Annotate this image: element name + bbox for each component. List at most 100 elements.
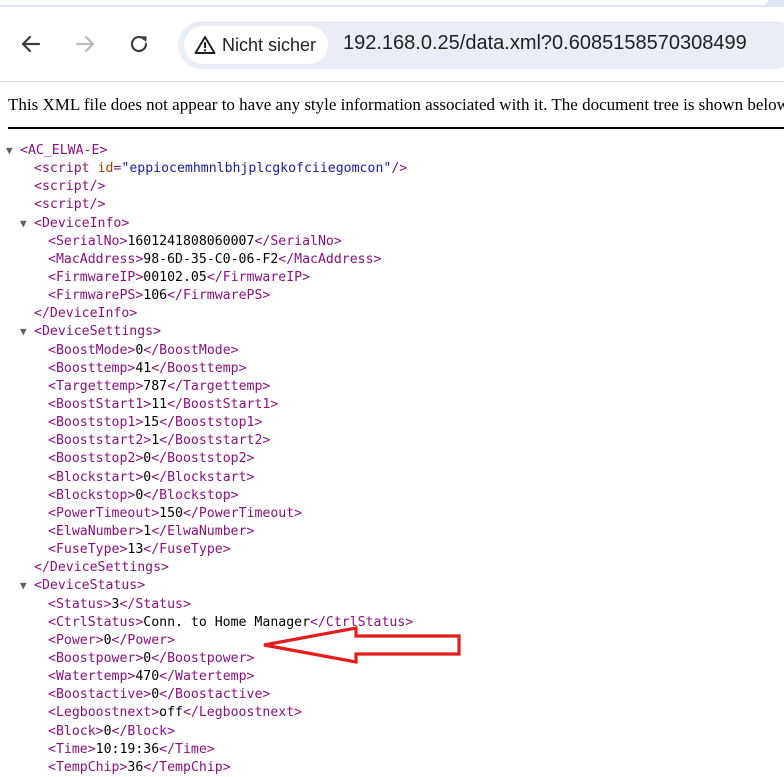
tag-open: <Boostpower> [48, 650, 144, 666]
tag-open: <Boosttemp> [48, 360, 136, 376]
tree-line-item: <FuseType>13</FuseType> [6, 541, 413, 559]
tag-value: 106 [143, 288, 168, 304]
tag-close: </FuseType> [143, 542, 231, 558]
tag-open: <FirmwareIP> [48, 269, 144, 285]
tree-line-item: <Status>3</Status> [6, 596, 413, 614]
tree-line-item: <BoostMode>0</BoostMode> [6, 342, 413, 360]
tag-close: </BoostStart1> [167, 396, 279, 412]
tree-line-item: <Block>0</Block> [6, 723, 413, 741]
tag-close: </DeviceSettings> [34, 560, 169, 576]
tree-line-item: <Legboostnext>off</Legboostnext> [6, 704, 413, 722]
tag-script: <script/> [34, 179, 106, 195]
security-chip[interactable]: Nicht sicher [184, 26, 329, 64]
tag-value: 13 [127, 542, 144, 558]
tag-close: </FirmwareIP> [206, 269, 311, 285]
tree-line-item: <PowerTimeout>150</PowerTimeout> [6, 505, 413, 523]
tree-line-item: <MacAddress>98-6D-35-C0-06-F2</MacAddres… [6, 251, 413, 269]
triangle-down-icon[interactable]: ▼ [6, 142, 20, 160]
tag-close: </Targettemp> [167, 378, 271, 394]
arrow-right-icon [75, 35, 95, 53]
active-tab-edge [0, 0, 768, 5]
tree-line-item: <Booststart2>1</Booststart2> [6, 432, 413, 450]
tag-open: <FuseType> [48, 542, 128, 558]
tag-value: off [159, 705, 183, 721]
url-text[interactable]: 192.168.0.25/data.xml?0.6085158570308499 [343, 32, 747, 55]
tag-script: <script/> [34, 197, 106, 213]
tag-open: <script [34, 161, 90, 177]
tag-close: </Legboostnext> [182, 705, 303, 721]
tag-value: 00102.05 [143, 269, 207, 285]
tag-open: <PowerTimeout> [48, 505, 160, 521]
tab-strip [0, 0, 784, 7]
tag-close: </FirmwarePS> [167, 288, 271, 304]
tag-close: </MacAddress> [278, 251, 382, 267]
tag-open: <Blockstop> [48, 487, 136, 503]
tag-value: 787 [143, 378, 168, 394]
tag-open: <Time> [48, 741, 96, 757]
tag-close: </Block> [111, 723, 176, 739]
tag-value: 15 [143, 415, 160, 431]
tree-line-item: <Time>10:19:36</Time> [6, 741, 413, 759]
tag-open: <DeviceSettings> [34, 324, 162, 340]
tag-value: 10:19:36 [95, 741, 160, 757]
tag-open: <ElwaNumber> [48, 523, 144, 539]
tree-line-item: <Boosttemp>41</Boosttemp> [6, 360, 413, 378]
tree-line-script1: <script id="eppiocemhmnlbhjplcgkofciiego… [6, 160, 413, 178]
browser-toolbar: Nicht sicher 192.168.0.25/data.xml?0.608… [0, 7, 784, 82]
tag-close: </Boostactive> [159, 687, 271, 703]
tag-open: <Targettemp> [48, 378, 144, 394]
attr-name: id [97, 161, 114, 177]
tag-value: 0 [103, 723, 112, 739]
tag-close: </Time> [159, 741, 215, 757]
back-button[interactable] [17, 30, 45, 58]
tag-close: </PowerTimeout> [182, 505, 303, 521]
tag-close: </Power> [111, 632, 176, 648]
tag-value: 1 [151, 433, 160, 449]
tag-value: 41 [135, 360, 152, 376]
tag-open: <Status> [48, 596, 112, 612]
tag-open: <FirmwarePS> [48, 288, 144, 304]
triangle-down-icon[interactable]: ▼ [20, 577, 34, 595]
tree-line-devicesettings-close: </DeviceSettings> [6, 559, 413, 577]
tree-line-item: <Blockstart>0</Blockstart> [6, 469, 413, 487]
tree-line-item: <Watertemp>470</Watertemp> [6, 668, 413, 686]
tree-line-item: <Targettemp>787</Targettemp> [6, 378, 413, 396]
warning-triangle-icon [194, 36, 216, 54]
tag-value: 470 [135, 669, 160, 685]
tag-value: 0 [103, 632, 112, 648]
tree-line-item: <BoostStart1>11</BoostStart1> [6, 396, 413, 414]
tree-line-script2: <script/> [6, 178, 413, 196]
tree-line-root: ▼ <AC_ELWA-E> [6, 142, 413, 160]
security-label: Nicht sicher [222, 34, 317, 55]
xml-style-notice: This XML file does not appear to have an… [8, 95, 784, 129]
tag-close: </Booststop1> [159, 415, 263, 431]
tree-line-devicestatus: ▼ <DeviceStatus> [6, 577, 413, 595]
reload-button[interactable] [125, 30, 153, 58]
triangle-down-icon[interactable]: ▼ [20, 323, 34, 341]
address-bar[interactable]: Nicht sicher 192.168.0.25/data.xml?0.608… [178, 21, 784, 69]
tag-close: </DeviceInfo> [34, 306, 138, 322]
tag-close: </BoostMode> [143, 342, 239, 358]
tag-value: 11 [151, 396, 168, 412]
tag-close: </Status> [119, 596, 191, 612]
tag-open: <Block> [48, 723, 104, 739]
attr-value: "eppiocemhmnlbhjplcgkofciiegomcon" [121, 161, 392, 177]
tree-line-item: <TempChip>36</TempChip> [6, 759, 413, 777]
tag-open: <SerialNo> [48, 233, 128, 249]
triangle-down-icon[interactable]: ▼ [20, 215, 34, 233]
tree-line-devicesettings: ▼ <DeviceSettings> [6, 323, 413, 341]
tag-open: <Booststart2> [48, 433, 152, 449]
tag-root-open: <AC_ELWA-E> [20, 143, 108, 158]
tag-close: </Booststop2> [151, 451, 255, 467]
tag-open: <Power> [48, 632, 104, 648]
tag-close: </Boostpower> [151, 650, 255, 666]
tag-open: <Watertemp> [48, 669, 136, 685]
tag-close: </Boosttemp> [151, 360, 247, 376]
tag-open: <Legboostnext> [48, 705, 160, 721]
tree-line-item: <Blockstop>0</Blockstop> [6, 487, 413, 505]
tag-open: <MacAddress> [48, 251, 144, 267]
red-arrow-icon [263, 626, 461, 664]
forward-button[interactable] [71, 30, 99, 58]
tree-line-item: <ElwaNumber>1</ElwaNumber> [6, 523, 413, 541]
tag-close: </Watertemp> [159, 669, 255, 685]
